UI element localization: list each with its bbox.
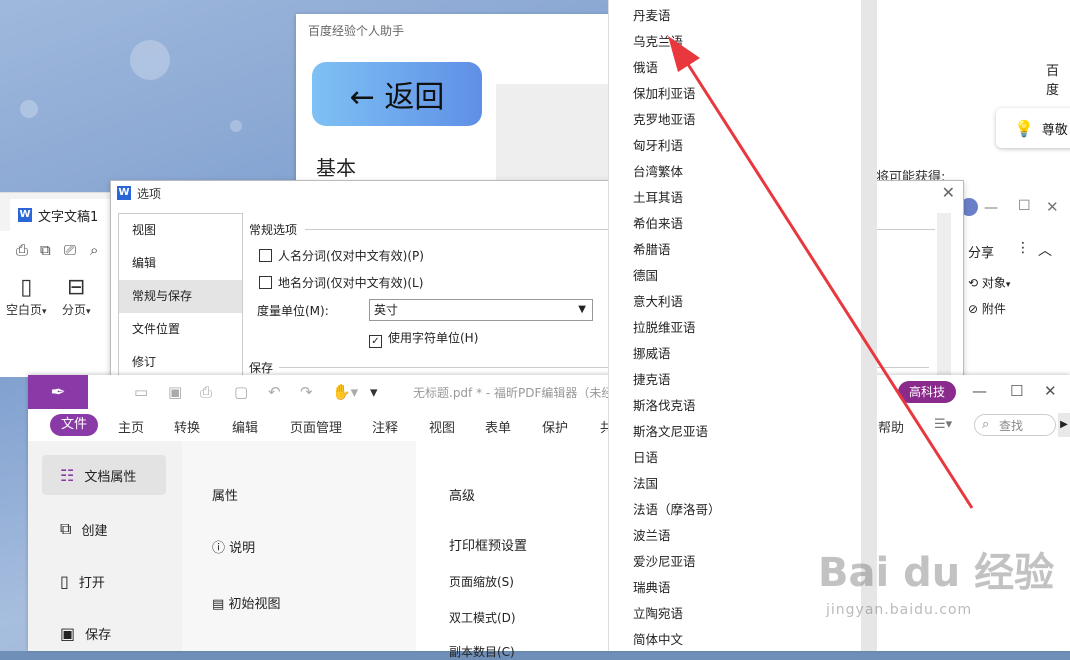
arrow-shaft [682,57,974,509]
watermark-logo: Bai du 经验 [818,550,1055,596]
baidu-watermark: Bai du 经验 jingyan.baidu.com [818,540,1068,650]
watermark-url: jingyan.baidu.com [826,602,973,618]
arrow-head [668,36,700,72]
